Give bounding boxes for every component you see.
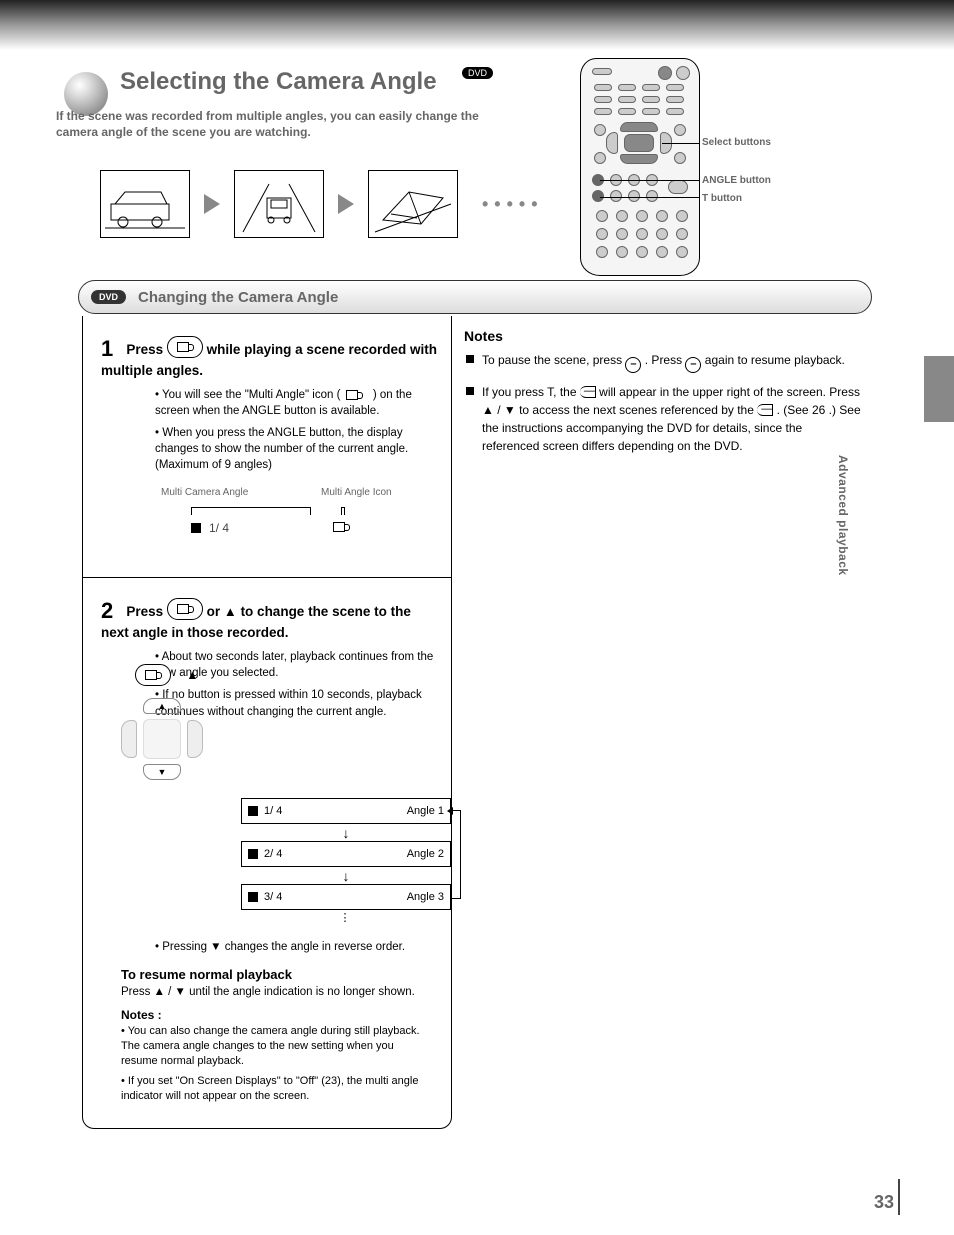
flow-box-2: 2/ 4 Angle 2 — [241, 841, 451, 867]
resume-body: Press ▲ / ▼ until the angle indication i… — [121, 986, 439, 998]
square-icon — [248, 849, 258, 859]
step-2: 2 Press or ▲ to change the scene to the … — [83, 578, 451, 1116]
square-icon — [191, 523, 201, 533]
square-icon — [248, 806, 258, 816]
scene-angle-1 — [100, 170, 190, 238]
arrow-icon — [338, 194, 354, 214]
page-ref-icon: 23 — [325, 1075, 337, 1087]
dpad-icon: ▲ ▼ — [121, 698, 203, 780]
note-inline-1: • You can also change the camera angle d… — [121, 1024, 427, 1070]
top-gradient — [0, 0, 954, 50]
square-icon — [248, 892, 258, 902]
angle-button-icon — [167, 598, 203, 620]
remote-label-t: T button — [702, 192, 742, 205]
page-rule — [898, 1179, 900, 1215]
step-number: 1 — [101, 336, 123, 362]
step1-sub1: • You will see the "Multi Angle" icon ( … — [155, 387, 439, 419]
steps-box: 1 Press while playing a scene recorded w… — [82, 316, 452, 1129]
osd-example: Multi Camera Angle Multi Angle Icon 1/ 4 — [151, 487, 421, 565]
step2-reverse-note: • Pressing ▼ changes the angle in revers… — [155, 941, 439, 953]
page-description: If the scene was recorded from multiple … — [56, 108, 496, 140]
remote-label-select: Select buttons — [702, 136, 771, 149]
page-number: 33 — [874, 1192, 894, 1213]
page-ref: 26 — [812, 403, 825, 417]
step-1: 1 Press while playing a scene recorded w… — [83, 316, 451, 577]
pause-icon: – — [625, 357, 641, 373]
note-2: If you press T, the will appear in the u… — [464, 383, 862, 455]
flow-box-1: 1/ 4 Angle 1 — [241, 798, 451, 824]
step-number: 2 — [101, 598, 123, 624]
note-1: To pause the scene, press – . Press – ag… — [464, 351, 862, 373]
step2-heading: Press or ▲ to change the scene to the ne… — [101, 604, 411, 640]
step1-sub2: • When you press the ANGLE button, the d… — [155, 425, 439, 473]
angle-scenes-row: ••••• — [100, 170, 544, 238]
notes-inline-label: Notes : — [121, 1008, 439, 1022]
resume-heading: To resume normal playback — [121, 967, 439, 982]
ellipsis-icon: ••••• — [482, 194, 544, 215]
bar-title: Changing the Camera Angle — [138, 289, 338, 306]
side-tab — [924, 356, 954, 422]
remote-illustration — [580, 58, 700, 280]
dvd-badge: DVD — [462, 67, 493, 79]
multi-angle-icon — [344, 387, 370, 403]
angle-flow: 1/ 4 Angle 1 ↓ 2/ 4 Angle 2 ↓ 3/ 4 Angle… — [241, 798, 451, 925]
notes-column: Notes To pause the scene, press – . Pres… — [464, 326, 862, 465]
note-inline-2: • If you set "On Screen Displays" to "Of… — [121, 1074, 427, 1105]
flow-box-3: 3/ 4 Angle 3 — [241, 884, 451, 910]
scene-angle-3 — [368, 170, 458, 238]
step1-heading: Press while playing a scene recorded wit… — [101, 342, 437, 378]
side-label: Advanced playback — [836, 455, 850, 615]
t-tag-icon — [580, 386, 596, 398]
angle-button-icon — [135, 664, 171, 686]
multi-angle-icon — [331, 519, 357, 535]
pause-icon: – — [685, 357, 701, 373]
t-tag-icon — [757, 404, 773, 416]
angle-button-icon — [167, 336, 203, 358]
scene-angle-2 — [234, 170, 324, 238]
page-title: Selecting the Camera Angle — [120, 68, 437, 96]
section-bar: DVD Changing the Camera Angle — [78, 280, 872, 314]
bar-badge: DVD — [91, 290, 126, 304]
arrow-icon — [204, 194, 220, 214]
remote-label-angle: ANGLE button — [702, 174, 771, 187]
notes-heading: Notes — [464, 326, 862, 347]
